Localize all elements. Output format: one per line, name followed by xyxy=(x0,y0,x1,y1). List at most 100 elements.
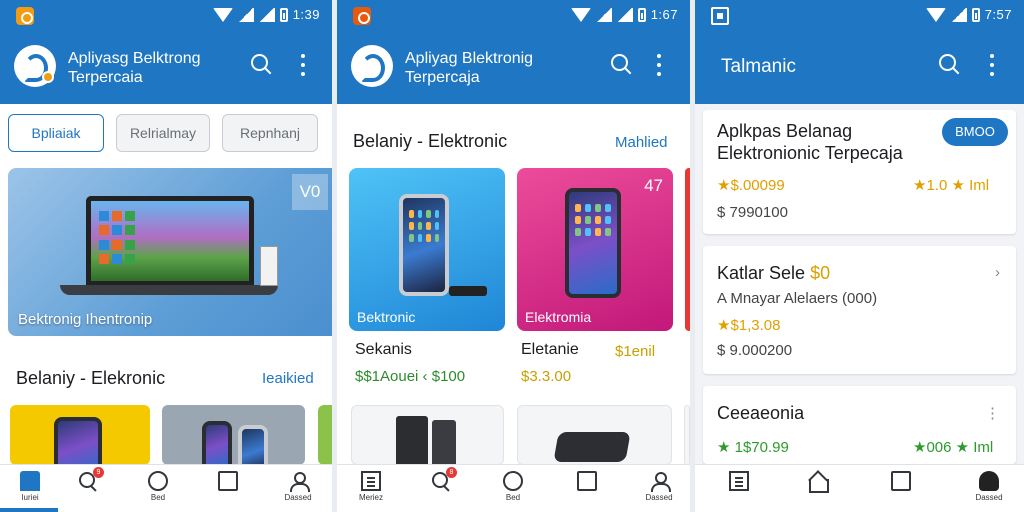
circle-icon xyxy=(148,471,168,491)
app-title: Apliyag Blektronig Terpercaja xyxy=(405,49,533,87)
card-price: ★$1,3.08 xyxy=(717,317,781,334)
more-vert-icon[interactable]: ⋮ xyxy=(985,404,1000,422)
circle-icon xyxy=(503,471,523,491)
app-bar: Apliyasg Belktrong Terpercaia xyxy=(0,32,332,104)
list-card[interactable]: Katlar Sele $0 › A Mnayar Alelaers (000)… xyxy=(703,246,1016,374)
list-card[interactable]: Aplkpas Belanag Elektronionic Terpecaja … xyxy=(703,110,1016,234)
product-tile[interactable] xyxy=(162,405,305,465)
list-card[interactable]: Ceeaeonia ⋮ ★ 1$70.99 ★006 ★ Iml xyxy=(703,386,1016,464)
nav-label: Meriez xyxy=(358,493,383,502)
card-title-highlight: $0 xyxy=(810,263,831,283)
chip-filter-2[interactable]: Relrialmay xyxy=(116,114,210,152)
search-nav-icon: 9 xyxy=(78,467,104,491)
nav-home[interactable] xyxy=(795,471,839,509)
app-title-line2: Terpercaja xyxy=(405,69,480,86)
nav-explore[interactable]: Bed xyxy=(491,471,535,509)
signal-icon xyxy=(595,7,612,22)
laptop-image xyxy=(86,196,254,286)
promo-banner[interactable]: V0 Bektronig Ihentronip xyxy=(8,168,332,336)
app-logo xyxy=(351,45,393,87)
chevron-right-icon[interactable]: › xyxy=(995,264,1000,281)
card-title-prefix: Katlar Sele xyxy=(717,263,806,283)
screen-list: 7:57 Talmanic Aplkpas Belanag Elektronio… xyxy=(695,0,1024,512)
status-bar: 1:39 xyxy=(0,0,332,32)
profile-icon xyxy=(979,471,999,491)
note-icon xyxy=(891,471,911,491)
phone-image xyxy=(399,194,449,296)
laptop-base xyxy=(60,285,278,295)
search-icon[interactable] xyxy=(939,54,961,76)
more-vert-icon[interactable] xyxy=(656,54,662,76)
product-tile[interactable] xyxy=(351,405,504,465)
product-price: $3.3.00 xyxy=(521,368,572,385)
chip-filter-3[interactable]: Repnhanj xyxy=(222,114,318,152)
status-time: 7:57 xyxy=(984,7,1012,22)
status-time: 1:67 xyxy=(650,7,678,22)
search-icon[interactable] xyxy=(611,54,633,76)
banner-label: Bektronig Ihentronip xyxy=(18,311,153,328)
status-icons: 1:67 xyxy=(570,7,678,22)
screen-category: 1:67 Apliyag Blektronig Terpercaja Belan… xyxy=(337,0,690,512)
app-logo xyxy=(14,45,56,87)
more-vert-icon[interactable] xyxy=(300,54,306,76)
product-tile-peek[interactable] xyxy=(684,405,690,465)
nav-profile[interactable]: Dassed xyxy=(276,471,320,509)
app-bar: Talmanic xyxy=(695,32,1024,104)
card-title: Katlar Sele $0 xyxy=(717,262,830,284)
product-card[interactable]: Bektronic xyxy=(349,168,505,331)
profile-icon xyxy=(649,471,671,492)
device-image xyxy=(432,420,456,464)
status-icons: 7:57 xyxy=(925,7,1012,22)
nav-messages[interactable] xyxy=(565,471,609,509)
wifi-icon xyxy=(570,7,591,22)
document-icon xyxy=(729,471,749,491)
nav-home[interactable]: Iuriei xyxy=(8,471,52,509)
section-see-all-link[interactable]: Ieaikied xyxy=(262,370,314,387)
screen-home: 1:39 Apliyasg Belktrong Terpercaia Bplia… xyxy=(0,0,332,512)
nav-documents[interactable] xyxy=(717,471,761,509)
product-card-peek[interactable] xyxy=(685,168,690,331)
section-title: Belaniy - Elektronic xyxy=(353,131,508,151)
card-action-button[interactable]: BMOO xyxy=(942,118,1008,146)
card-badge: 47 xyxy=(644,176,663,195)
cable-image xyxy=(449,286,487,296)
product-name: Eletanie xyxy=(521,341,579,358)
signal-icon xyxy=(237,7,254,22)
wifi-icon xyxy=(925,7,946,22)
nav-profile[interactable]: Dassed xyxy=(637,471,681,509)
section-title: Belaniy - Elekronic xyxy=(16,368,166,388)
nav-search[interactable]: 8 xyxy=(419,467,463,509)
nav-notes[interactable] xyxy=(879,471,923,509)
nav-explore[interactable]: Bed xyxy=(136,471,180,509)
banner-badge: V0 xyxy=(292,174,328,210)
app-title-line1: Apliyag Blektronig xyxy=(405,50,534,67)
product-card[interactable]: 47 Elektromia xyxy=(517,168,673,331)
section-see-all-link[interactable]: Mahlied xyxy=(615,134,668,151)
logo-badge-icon xyxy=(42,71,54,83)
status-icons: 1:39 xyxy=(212,7,320,22)
card-line: A Mnayar Alelaers (000) xyxy=(717,290,878,307)
app-title-line1: Apliyasg Belktrong xyxy=(68,50,201,67)
product-tile[interactable] xyxy=(318,405,332,465)
nav-search[interactable]: 9 xyxy=(66,467,110,509)
status-bar: 7:57 xyxy=(695,0,1024,32)
product-name: Sekanis xyxy=(355,341,412,358)
signal-icon xyxy=(950,7,967,22)
bottom-nav: Meriez 8 Bed Dassed xyxy=(337,464,690,512)
nav-home[interactable]: Meriez xyxy=(349,471,393,509)
product-tile[interactable] xyxy=(517,405,672,465)
product-tile[interactable] xyxy=(10,405,150,465)
chip-filter-1[interactable]: Bpliaiak xyxy=(8,114,104,152)
more-vert-icon[interactable] xyxy=(989,54,995,76)
notification-app-icon xyxy=(353,7,371,25)
card-price: ★$.00099 xyxy=(717,177,785,194)
notification-badge: 8 xyxy=(446,467,457,478)
phone-image xyxy=(238,425,268,465)
nav-messages[interactable] xyxy=(206,471,250,509)
phone-image xyxy=(202,421,232,465)
nav-label: Dassed xyxy=(645,493,673,502)
search-icon[interactable] xyxy=(251,54,273,76)
nav-profile[interactable]: Dassed xyxy=(967,471,1011,509)
signal-icon xyxy=(616,7,633,22)
card-title-line1: Aplkpas Belanag xyxy=(717,121,853,141)
